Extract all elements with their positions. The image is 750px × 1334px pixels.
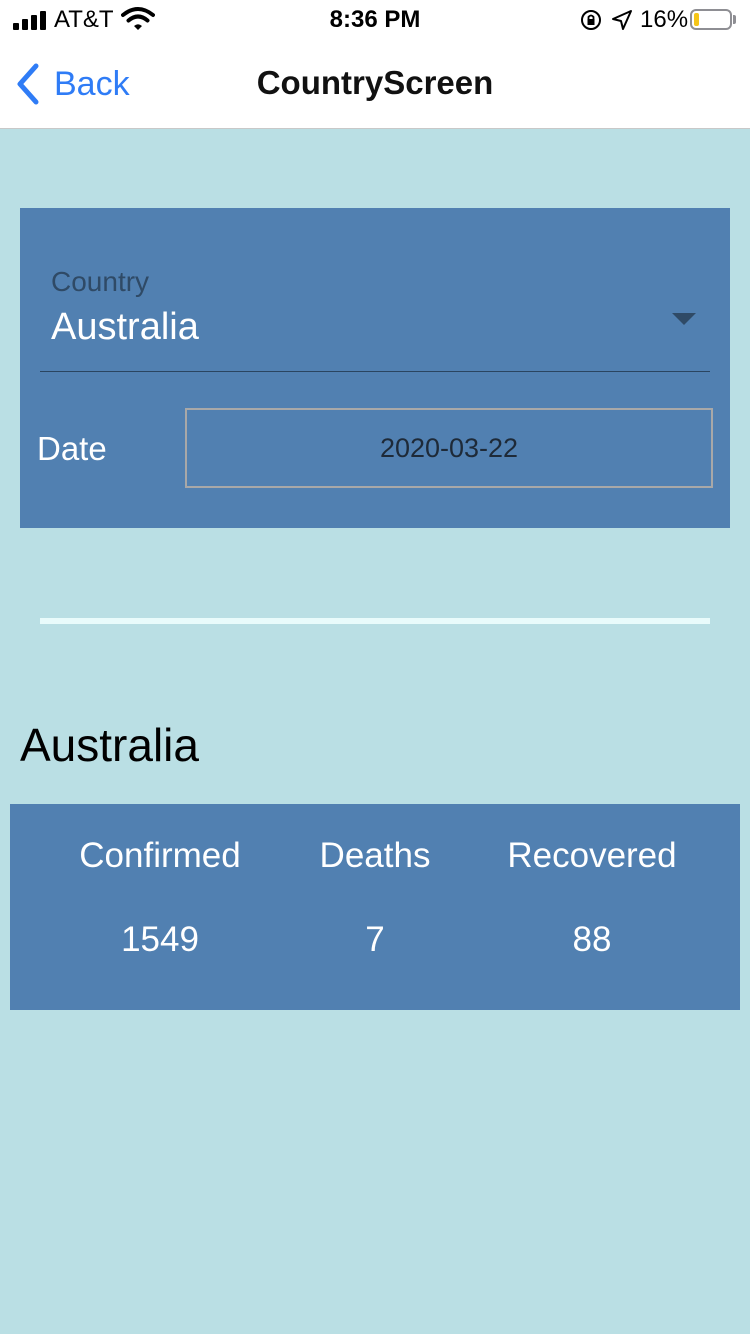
stat-column-deaths: Deaths 7 <box>285 804 465 1010</box>
battery-icon <box>690 9 732 30</box>
page-title: CountryScreen <box>256 64 494 101</box>
battery-percent: 16% <box>640 6 689 33</box>
divider <box>40 618 710 624</box>
location-icon <box>612 10 632 30</box>
country-picker-label: Country <box>51 266 150 297</box>
query-form-card: Country Australia Date 2020-03-22 <box>20 208 730 528</box>
date-input[interactable]: 2020-03-22 <box>185 408 713 488</box>
date-label: Date <box>37 430 107 467</box>
picker-underline <box>40 371 710 372</box>
country-picker-value: Australia <box>51 306 199 348</box>
country-heading: Australia <box>20 719 199 771</box>
navigation-bar: Back CountryScreen <box>0 40 750 129</box>
battery-fill <box>694 13 699 26</box>
status-bar: AT&T 8:36 PM 16% <box>0 0 750 40</box>
dropdown-arrow-icon[interactable] <box>672 313 696 325</box>
stat-header: Confirmed <box>79 836 241 875</box>
stat-value: 7 <box>365 920 385 959</box>
stat-header: Recovered <box>507 836 677 875</box>
stats-table: Confirmed 1549 Deaths 7 Recovered 88 <box>10 804 740 1010</box>
stat-column-confirmed: Confirmed 1549 <box>50 804 270 1010</box>
orientation-lock-icon <box>581 10 601 30</box>
stat-column-recovered: Recovered 88 <box>482 804 702 1010</box>
status-time: 8:36 PM <box>329 6 421 33</box>
stat-value: 1549 <box>121 920 199 959</box>
stat-value: 88 <box>572 920 612 959</box>
battery-cap <box>733 15 736 24</box>
country-picker[interactable]: Country Australia <box>40 258 710 372</box>
stat-header: Deaths <box>319 836 431 875</box>
